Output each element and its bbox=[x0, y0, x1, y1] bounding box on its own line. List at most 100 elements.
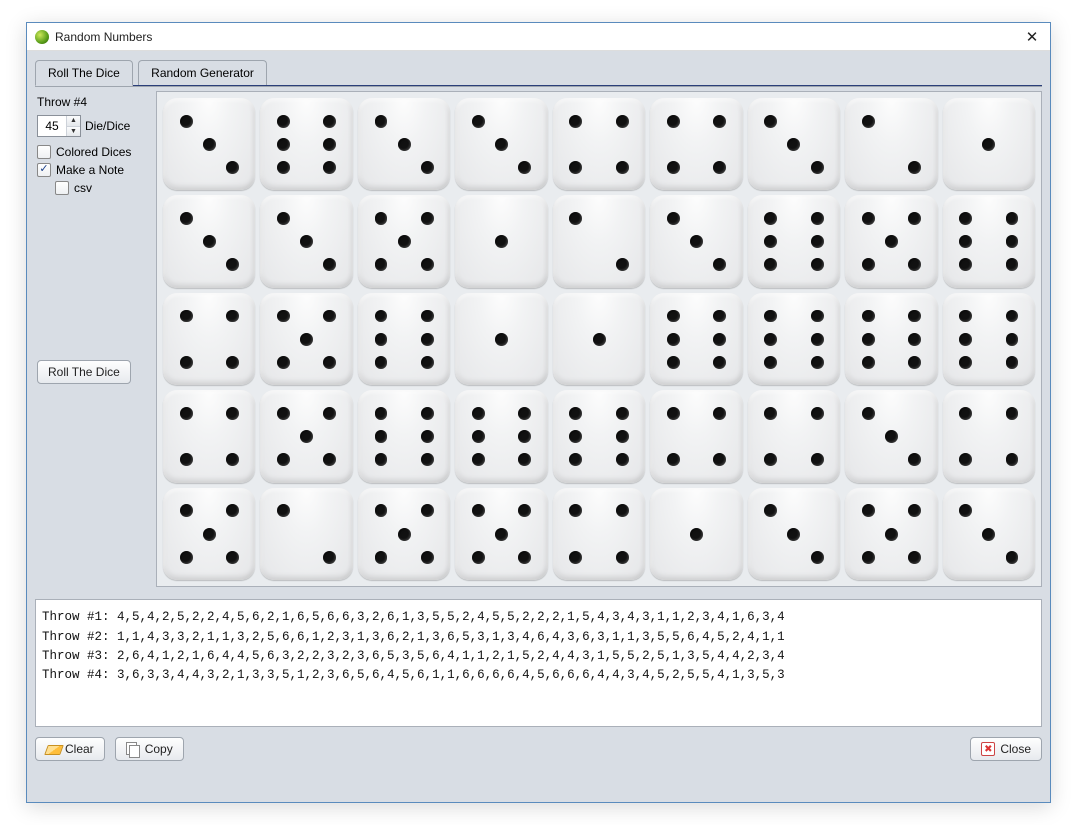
die bbox=[260, 293, 352, 385]
pip bbox=[277, 407, 290, 420]
close-button-label: Close bbox=[1000, 742, 1031, 756]
pip bbox=[811, 453, 824, 466]
die bbox=[553, 488, 645, 580]
pip bbox=[811, 333, 824, 346]
die-count-spinner[interactable]: ▲ ▼ bbox=[37, 115, 81, 137]
die bbox=[845, 293, 937, 385]
make-note-checkbox[interactable] bbox=[37, 163, 51, 177]
pip bbox=[811, 235, 824, 248]
pip bbox=[862, 407, 875, 420]
die bbox=[358, 195, 450, 287]
die bbox=[650, 293, 742, 385]
die bbox=[845, 488, 937, 580]
die-count-input[interactable] bbox=[38, 116, 66, 136]
pip bbox=[811, 161, 824, 174]
pip bbox=[959, 407, 972, 420]
pip bbox=[667, 212, 680, 225]
pip bbox=[713, 453, 726, 466]
pip bbox=[959, 356, 972, 369]
pip bbox=[398, 528, 411, 541]
pip bbox=[569, 430, 582, 443]
pip bbox=[277, 504, 290, 517]
pip bbox=[616, 504, 629, 517]
pip bbox=[764, 235, 777, 248]
pip bbox=[421, 551, 434, 564]
pip bbox=[593, 333, 606, 346]
pip bbox=[226, 356, 239, 369]
pip bbox=[472, 430, 485, 443]
pip bbox=[569, 115, 582, 128]
pip bbox=[811, 310, 824, 323]
pip bbox=[375, 333, 388, 346]
die bbox=[553, 293, 645, 385]
pip bbox=[375, 356, 388, 369]
copy-button[interactable]: Copy bbox=[115, 737, 184, 761]
spinner-down-icon[interactable]: ▼ bbox=[67, 127, 80, 137]
pip bbox=[1006, 453, 1019, 466]
pip bbox=[180, 453, 193, 466]
pip bbox=[569, 504, 582, 517]
pip bbox=[421, 161, 434, 174]
pip bbox=[421, 407, 434, 420]
colored-dices-checkbox[interactable] bbox=[37, 145, 51, 159]
pip bbox=[421, 212, 434, 225]
tab-roll-the-dice[interactable]: Roll The Dice bbox=[35, 60, 133, 86]
title-bar: Random Numbers ✕ bbox=[27, 23, 1050, 51]
pip bbox=[323, 356, 336, 369]
pip bbox=[472, 407, 485, 420]
tab-strip: Roll The Dice Random Generator bbox=[35, 59, 1042, 85]
pip bbox=[323, 161, 336, 174]
pip bbox=[616, 407, 629, 420]
pip bbox=[203, 235, 216, 248]
pip bbox=[569, 161, 582, 174]
pip bbox=[277, 115, 290, 128]
die bbox=[163, 488, 255, 580]
pip bbox=[569, 551, 582, 564]
pip bbox=[277, 453, 290, 466]
die bbox=[455, 293, 547, 385]
pip bbox=[495, 333, 508, 346]
tab-random-generator[interactable]: Random Generator bbox=[138, 60, 267, 85]
clear-button-label: Clear bbox=[65, 742, 94, 756]
roll-the-dice-button[interactable]: Roll The Dice bbox=[37, 360, 131, 384]
pip bbox=[323, 310, 336, 323]
pip bbox=[959, 333, 972, 346]
die bbox=[553, 390, 645, 482]
pip bbox=[811, 258, 824, 271]
pip bbox=[226, 310, 239, 323]
pip bbox=[180, 310, 193, 323]
pip bbox=[226, 551, 239, 564]
pip bbox=[713, 115, 726, 128]
die-count-label: Die/Dice bbox=[85, 119, 130, 133]
pip bbox=[616, 258, 629, 271]
die bbox=[943, 390, 1035, 482]
pip bbox=[323, 551, 336, 564]
close-icon[interactable]: ✕ bbox=[1022, 27, 1042, 47]
die bbox=[943, 195, 1035, 287]
pip bbox=[277, 310, 290, 323]
pip bbox=[713, 407, 726, 420]
die bbox=[943, 488, 1035, 580]
pip bbox=[375, 212, 388, 225]
pip bbox=[908, 161, 921, 174]
die bbox=[455, 488, 547, 580]
pip bbox=[764, 356, 777, 369]
pip bbox=[908, 551, 921, 564]
pip bbox=[667, 333, 680, 346]
clear-button[interactable]: Clear bbox=[35, 737, 105, 761]
pip bbox=[982, 528, 995, 541]
spinner-up-icon[interactable]: ▲ bbox=[67, 116, 80, 127]
pip bbox=[226, 258, 239, 271]
pip bbox=[1006, 310, 1019, 323]
dice-grid bbox=[156, 91, 1042, 587]
pip bbox=[862, 551, 875, 564]
pip bbox=[764, 115, 777, 128]
csv-checkbox[interactable] bbox=[55, 181, 69, 195]
pip bbox=[908, 310, 921, 323]
pip bbox=[959, 258, 972, 271]
sidebar: Throw #4 ▲ ▼ Die/Dice bbox=[35, 91, 150, 587]
close-button[interactable]: ✖ Close bbox=[970, 737, 1042, 761]
pip bbox=[862, 258, 875, 271]
notes-textarea[interactable]: Throw #1: 4,5,4,2,5,2,2,4,5,6,2,1,6,5,6,… bbox=[35, 599, 1042, 727]
die bbox=[163, 98, 255, 190]
